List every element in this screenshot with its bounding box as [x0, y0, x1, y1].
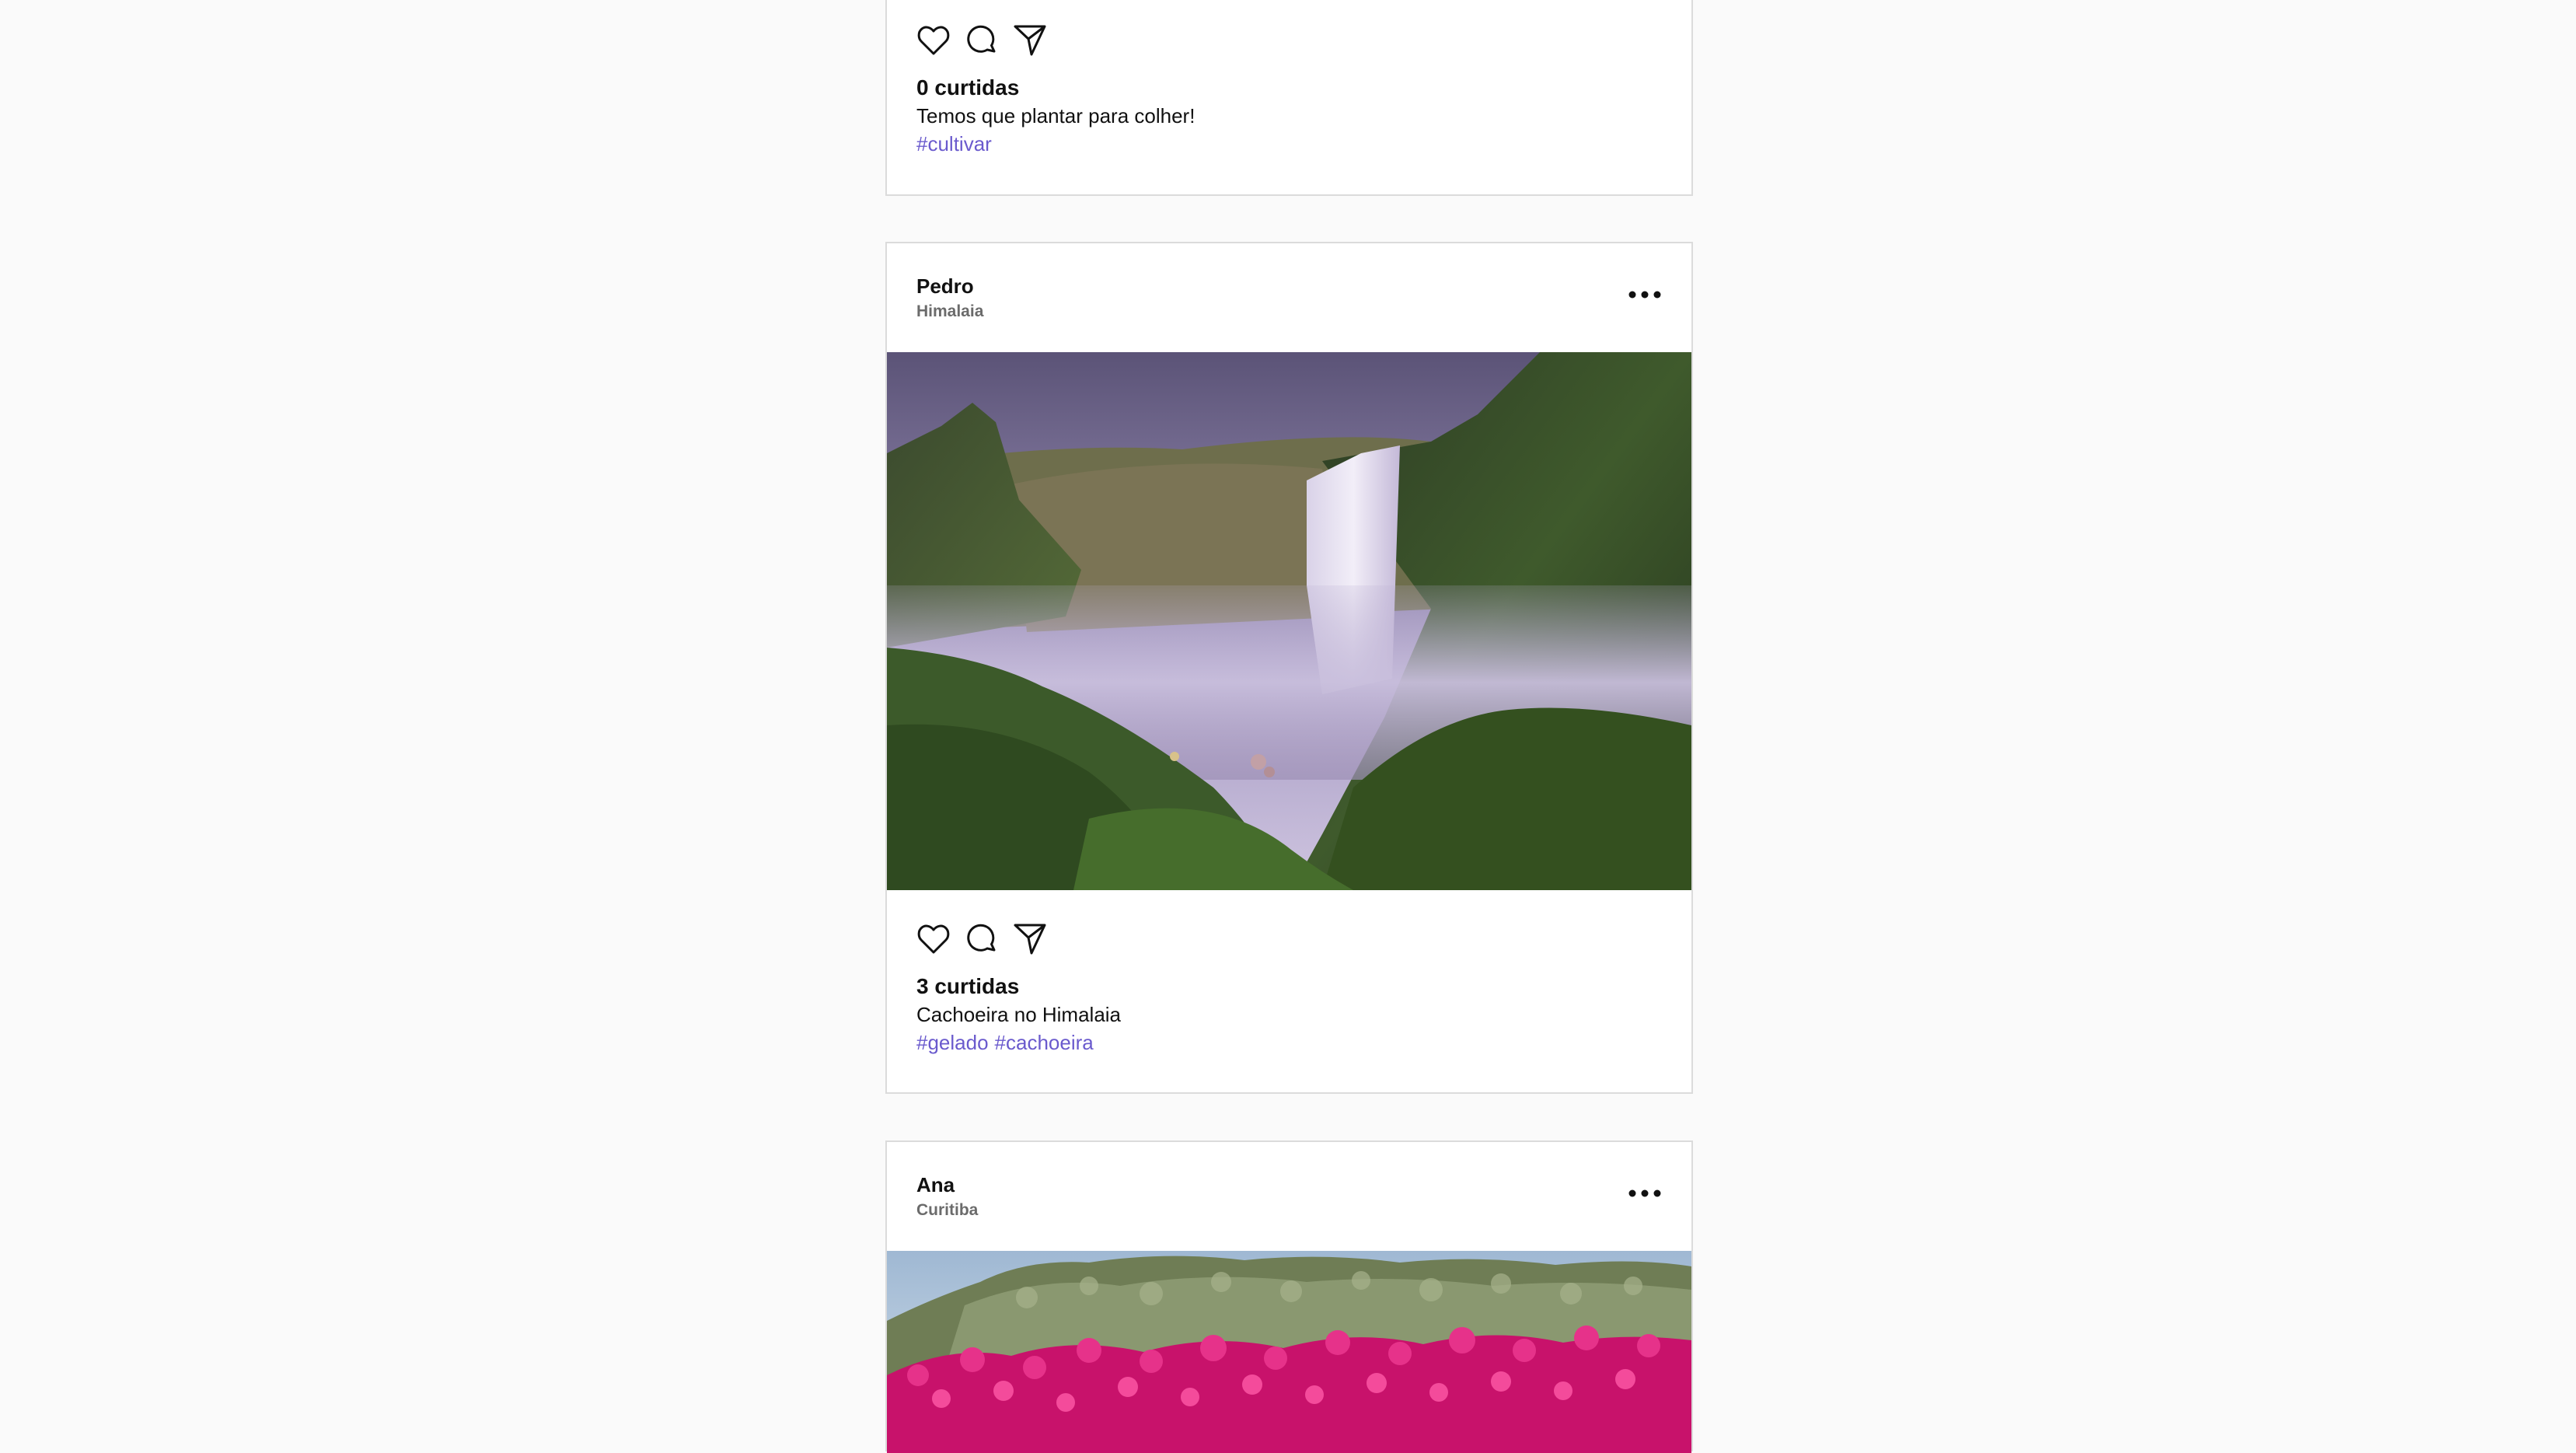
post-location[interactable]: Himalaia [916, 302, 983, 321]
post-actions [915, 22, 1070, 59]
comment-icon[interactable] [963, 22, 1000, 59]
post-image[interactable] [887, 352, 1691, 890]
heart-icon[interactable] [915, 22, 952, 59]
more-options-icon[interactable] [1626, 1182, 1663, 1204]
post-username[interactable]: Ana [916, 1173, 955, 1196]
post-actions [915, 920, 1070, 958]
heart-icon[interactable] [915, 920, 952, 958]
more-options-icon[interactable] [1626, 284, 1663, 306]
post-image[interactable] [887, 1251, 1691, 1453]
likes-count[interactable]: 3 curtidas [916, 974, 1019, 999]
post-username[interactable]: Pedro [916, 274, 974, 298]
post-card: 0 curtidas Temos que plantar para colher… [885, 0, 1693, 196]
post-caption: Temos que plantar para colher! [916, 104, 1196, 127]
waterfall-image [887, 352, 1691, 890]
post-card: Pedro Himalaia 3 curtidas Cachoeira no H… [885, 242, 1693, 1094]
share-icon[interactable] [1011, 920, 1049, 958]
hashtag-link[interactable]: #cultivar [916, 132, 992, 155]
share-icon[interactable] [1011, 22, 1049, 59]
post-location[interactable]: Curitiba [916, 1201, 978, 1220]
likes-count[interactable]: 0 curtidas [916, 75, 1019, 100]
post-caption: Cachoeira no Himalaia [916, 1003, 1122, 1026]
hashtag-link[interactable]: #gelado [916, 1031, 989, 1054]
post-header: Pedro Himalaia [887, 243, 1691, 352]
flowers-image [887, 1251, 1691, 1453]
post-card: Ana Curitiba [885, 1140, 1693, 1453]
post-hashtags: #gelado #cachoeira [916, 1031, 1100, 1054]
comment-icon[interactable] [963, 920, 1000, 958]
hashtag-link[interactable]: #cachoeira [995, 1031, 1094, 1054]
post-header: Ana Curitiba [887, 1142, 1691, 1251]
post-hashtags: #cultivar [916, 132, 998, 155]
